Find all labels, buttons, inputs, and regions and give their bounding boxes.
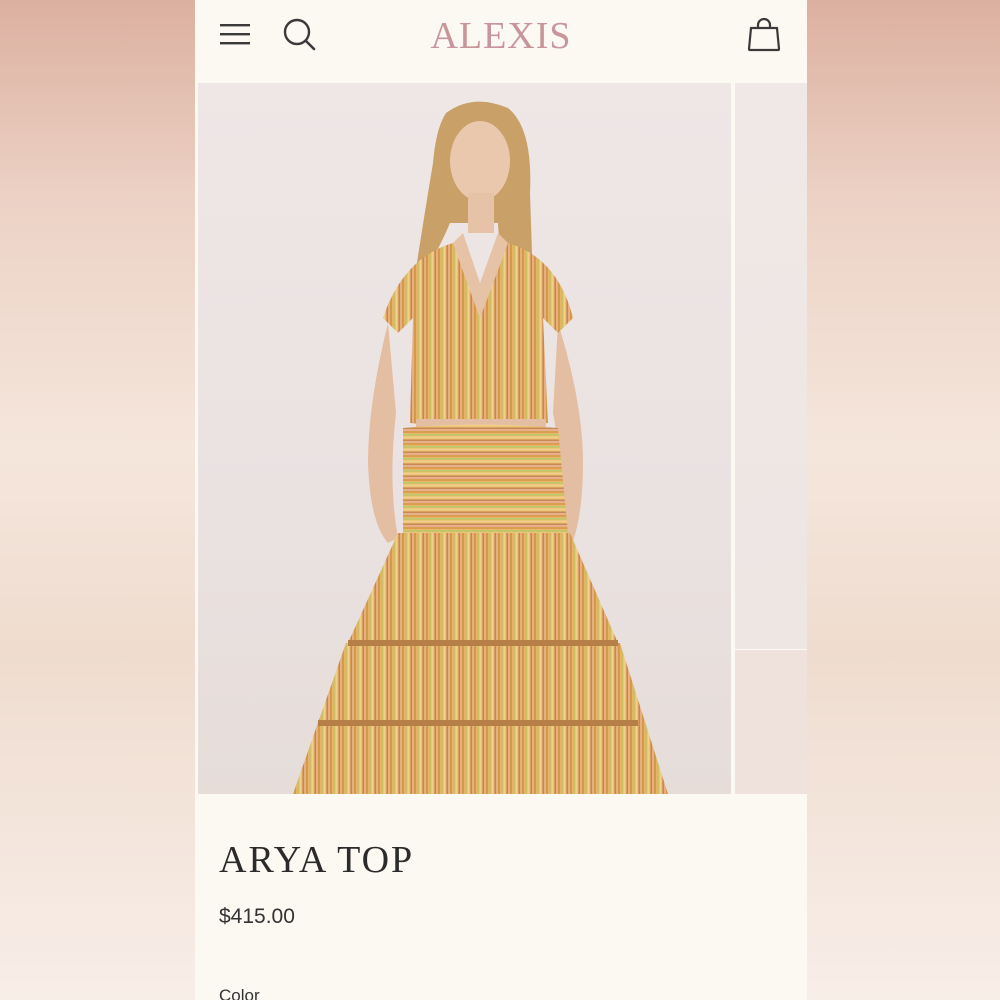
product-price: $415.00 [219, 905, 295, 928]
cart-button[interactable] [746, 16, 782, 52]
shopping-bag-icon [747, 17, 781, 52]
background-blur-right [807, 0, 1000, 1000]
next-photo-thumbnail[interactable] [735, 650, 807, 794]
product-photo[interactable] [198, 83, 731, 794]
product-gallery[interactable] [198, 83, 807, 794]
color-label: Color [219, 986, 260, 1000]
next-photo-preview[interactable] [735, 83, 807, 649]
site-header: ALEXIS [195, 0, 807, 82]
product-title: ARYA TOP [219, 839, 415, 881]
model-photo-illustration [293, 101, 668, 794]
background-blur-left [0, 0, 195, 1000]
mobile-page: ALEXIS ARYA TOP $415.00 Color [195, 0, 807, 1000]
brand-logo[interactable]: ALEXIS [195, 14, 807, 58]
